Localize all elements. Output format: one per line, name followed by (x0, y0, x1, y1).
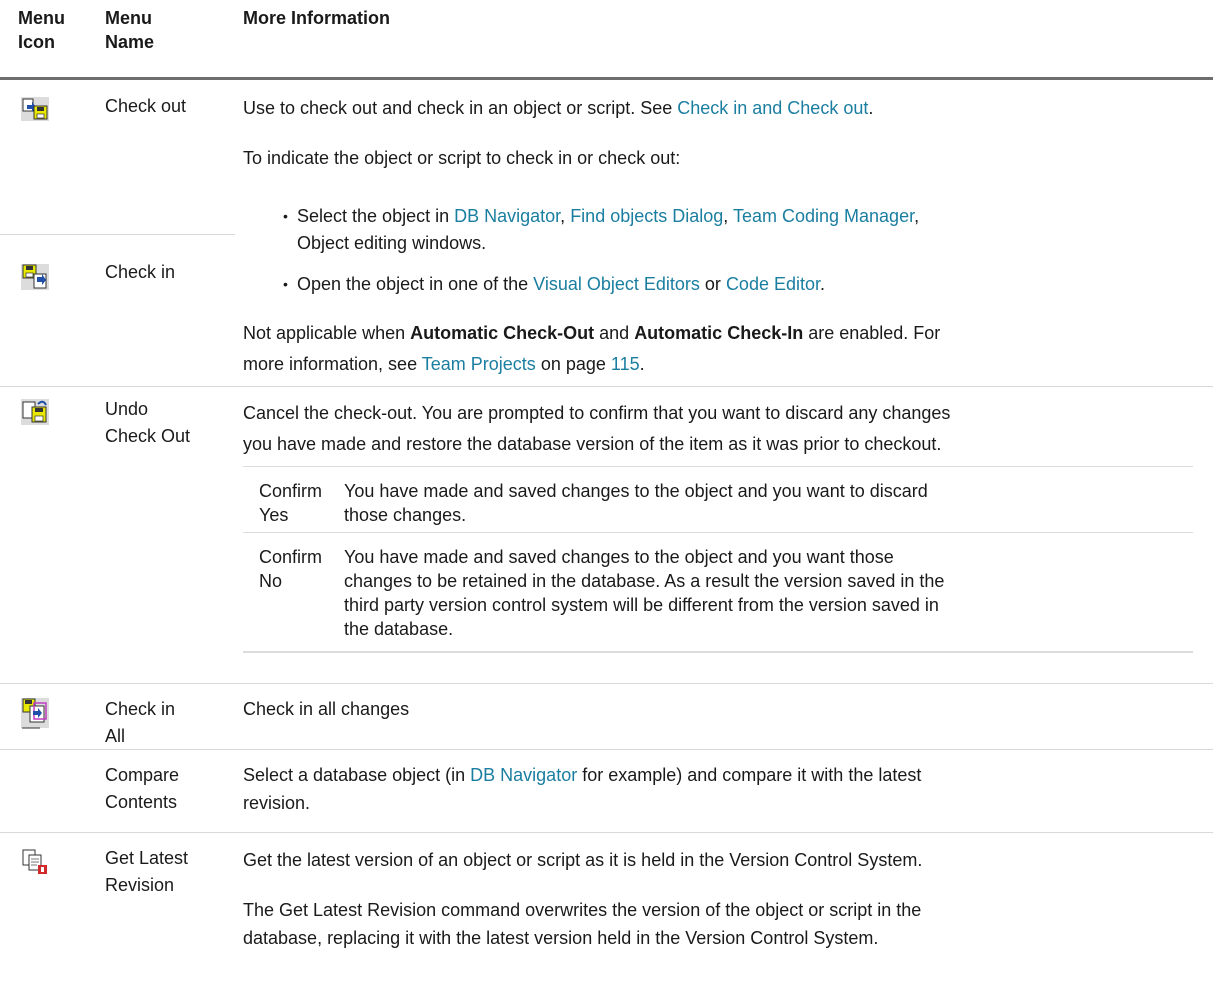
row-check-in-all-name: Check in All (105, 699, 176, 746)
link-db-navigator[interactable]: DB Navigator (454, 206, 560, 226)
row-get-latest-revision-name: Get Latest Revision (105, 848, 189, 895)
bullet-open-object: Open the object in one of the Visual Obj… (283, 271, 825, 298)
link-team-coding-manager[interactable]: Team Coding Manager (733, 206, 914, 226)
get-latest-paragraph-2: The Get Latest Revision command overwrit… (243, 900, 922, 920)
check-in-all-icon (20, 697, 50, 731)
compare-text: Select a database object (in DB Navigato… (243, 765, 922, 785)
row-check-out-name: Check out (105, 96, 187, 116)
row-check-in-name: Check in (105, 262, 176, 282)
check-out-paragraph-2: To indicate the object or script to chec… (243, 148, 681, 168)
confirm-yes-label: Confirm Yes (259, 481, 323, 525)
bullet-select-object: Select the object in DB Navigator, Find … (283, 203, 919, 230)
check-out-icon (20, 96, 50, 122)
bullet-select-object-line2: Object editing windows. (297, 233, 487, 253)
get-latest-paragraph-1: Get the latest version of an object or s… (243, 850, 923, 870)
row-divider-undo (0, 386, 1213, 387)
get-latest-paragraph-2-line2: database, replacing it with the latest v… (243, 928, 879, 948)
link-find-objects-dialog[interactable]: Find objects Dialog (570, 206, 723, 226)
undo-paragraph-1: Cancel the check-out. You are prompted t… (243, 403, 951, 423)
row-divider-check-in (0, 234, 235, 235)
sub-table-top-rule (243, 466, 1193, 467)
link-code-editor[interactable]: Code Editor (726, 274, 820, 294)
link-page-115[interactable]: 115 (611, 354, 640, 374)
undo-check-out-icon (20, 398, 50, 425)
link-db-navigator-compare[interactable]: DB Navigator (470, 765, 577, 785)
confirm-yes-text: You have made and saved changes to the o… (344, 481, 928, 525)
confirm-no-label: Confirm No (259, 547, 323, 591)
row-divider-check-in-all (0, 683, 1213, 684)
check-in-icon (20, 263, 50, 290)
header-menu-icon: Menu Icon (18, 8, 65, 52)
row-divider-get-latest (0, 832, 1213, 833)
row-divider-compare (0, 749, 1213, 750)
undo-paragraph-1-line2: you have made and restore the database v… (243, 434, 942, 454)
link-team-projects[interactable]: Team Projects (422, 354, 536, 374)
confirm-no-text: You have made and saved changes to the o… (344, 547, 945, 639)
header-menu-name: Menu Name (105, 8, 155, 52)
check-out-paragraph-1: Use to check out and check in an object … (243, 98, 874, 118)
check-in-all-text: Check in all changes (243, 699, 410, 719)
check-out-paragraph-3-line2: more information, see Team Projects on p… (243, 354, 645, 374)
header-rule (0, 77, 1213, 80)
sub-table-bottom-rule (243, 651, 1193, 653)
compare-text-line2: revision. (243, 793, 311, 813)
link-visual-object-editors[interactable]: Visual Object Editors (533, 274, 700, 294)
header-more-information: More Information (243, 8, 390, 28)
row-compare-contents-name: Compare Contents (105, 765, 180, 812)
row-undo-check-out-name: Undo Check Out (105, 399, 191, 446)
link-check-in-and-check-out[interactable]: Check in and Check out (677, 98, 868, 118)
sub-table-mid-rule (243, 532, 1193, 533)
get-latest-revision-icon (20, 848, 50, 874)
check-out-paragraph-3: Not applicable when Automatic Check-Out … (243, 323, 941, 343)
